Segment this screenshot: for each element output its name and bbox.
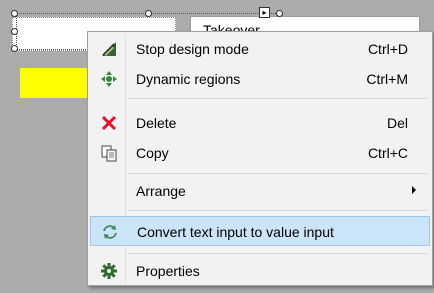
pencil-ruler-icon — [100, 40, 118, 58]
gear-icon — [100, 262, 118, 280]
copy-icon — [100, 144, 118, 162]
context-menu: Stop design mode Ctrl+D Dynamic regions … — [87, 31, 433, 286]
menu-item-label: Delete — [136, 115, 177, 131]
refresh-icon — [101, 223, 119, 241]
yellow-control[interactable] — [20, 68, 88, 98]
menu-item-label: Copy — [136, 145, 169, 161]
submenu-arrow-icon — [412, 186, 416, 194]
menu-item-label: Properties — [136, 263, 200, 279]
move-arrows-icon — [100, 70, 118, 88]
menu-item-shortcut: Ctrl+D — [367, 41, 408, 57]
resize-handle-top-left[interactable] — [11, 10, 18, 17]
menu-item-label: Stop design mode — [136, 41, 249, 57]
smart-tag-arrow-icon[interactable]: ▸ — [259, 7, 270, 18]
menu-separator — [128, 173, 428, 174]
menu-item-label: Convert text input to value input — [137, 224, 334, 240]
menu-item-arrange[interactable]: Arrange — [90, 176, 430, 206]
menu-item-shortcut: Ctrl+M — [366, 71, 408, 87]
menu-item-label: Dynamic regions — [136, 71, 241, 87]
red-x-icon — [100, 114, 118, 132]
resize-handle-middle-left[interactable] — [11, 28, 18, 35]
menu-item-properties[interactable]: Properties — [90, 256, 430, 286]
menu-item-delete[interactable]: Delete Del — [90, 108, 430, 138]
menu-item-copy[interactable]: Copy Ctrl+C — [90, 138, 430, 168]
menu-item-stop-design-mode[interactable]: Stop design mode Ctrl+D — [90, 34, 430, 64]
resize-handle-bottom-left[interactable] — [11, 45, 18, 52]
menu-item-shortcut: Ctrl+C — [367, 145, 408, 161]
menu-separator — [128, 210, 428, 211]
menu-item-label: Arrange — [136, 183, 186, 199]
menu-separator — [128, 98, 428, 99]
menu-item-convert-text-input[interactable]: Convert text input to value input — [90, 216, 430, 246]
resize-handle-top-middle[interactable] — [145, 10, 152, 17]
resize-handle-top-right[interactable] — [276, 10, 283, 17]
menu-item-dynamic-regions[interactable]: Dynamic regions Ctrl+M — [90, 64, 430, 94]
menu-separator — [128, 253, 428, 254]
menu-item-shortcut: Del — [386, 115, 408, 131]
